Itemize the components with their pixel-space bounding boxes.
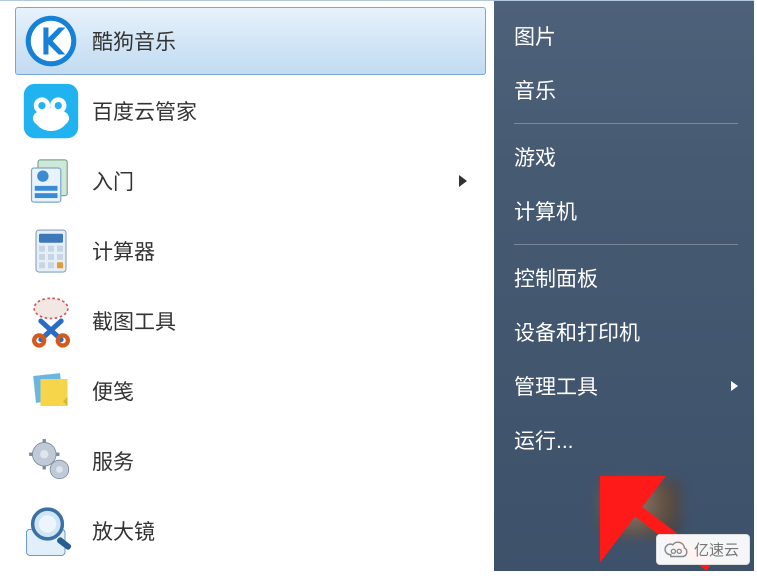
program-label: 便笺 [92, 376, 134, 406]
right-label: 运行... [514, 425, 738, 455]
right-item-controlpanel[interactable]: 控制面板 [504, 251, 748, 305]
submenu-arrow-icon [731, 381, 738, 391]
calculator-icon [20, 220, 82, 282]
right-label: 设备和打印机 [514, 317, 738, 347]
right-label: 计算机 [514, 196, 738, 226]
right-item-run[interactable]: 运行... [504, 413, 748, 467]
program-item-services[interactable]: 服务 [15, 427, 486, 495]
program-item-snipping[interactable]: 截图工具 [15, 287, 486, 355]
program-item-magnifier[interactable]: 放大镜 [15, 497, 486, 565]
divider [514, 244, 738, 245]
right-item-admintools[interactable]: 管理工具 [504, 359, 748, 413]
divider [514, 123, 738, 124]
scissors-icon [20, 290, 82, 352]
right-item-games[interactable]: 游戏 [504, 130, 748, 184]
watermark-text: 亿速云 [694, 539, 739, 560]
right-item-music[interactable]: 音乐 [504, 63, 748, 117]
magnifier-icon [20, 500, 82, 562]
program-label: 酷狗音乐 [92, 26, 176, 56]
submenu-arrow-icon [459, 175, 467, 187]
program-label: 入门 [92, 166, 134, 196]
right-label: 音乐 [514, 75, 738, 105]
right-item-devices[interactable]: 设备和打印机 [504, 305, 748, 359]
getting-started-icon [20, 150, 82, 212]
programs-panel: 酷狗音乐 百度云管家 [0, 1, 494, 571]
kugou-icon [20, 10, 82, 72]
services-gears-icon [20, 430, 82, 492]
right-item-computer[interactable]: 计算机 [504, 184, 748, 238]
program-item-calculator[interactable]: 计算器 [15, 217, 486, 285]
watermark: 亿速云 [656, 534, 750, 565]
right-item-pictures[interactable]: 图片 [504, 9, 748, 63]
program-label: 百度云管家 [92, 96, 197, 126]
program-label: 计算器 [92, 236, 155, 266]
program-item-stickynotes[interactable]: 便笺 [15, 357, 486, 425]
right-label: 游戏 [514, 142, 738, 172]
right-label: 管理工具 [514, 371, 731, 401]
start-menu: 酷狗音乐 百度云管家 [0, 0, 754, 571]
program-label: 放大镜 [92, 516, 155, 546]
cloud-logo-icon [663, 541, 689, 559]
program-label: 截图工具 [92, 306, 176, 336]
sticky-notes-icon [20, 360, 82, 422]
right-label: 控制面板 [514, 263, 738, 293]
program-item-baiducloud[interactable]: 百度云管家 [15, 77, 486, 145]
baidu-cloud-icon [20, 80, 82, 142]
right-label: 图片 [514, 21, 738, 51]
user-avatar-blur [600, 481, 680, 536]
program-item-kugou[interactable]: 酷狗音乐 [15, 7, 486, 75]
program-label: 服务 [92, 446, 134, 476]
program-item-gettingstarted[interactable]: 入门 [15, 147, 486, 215]
